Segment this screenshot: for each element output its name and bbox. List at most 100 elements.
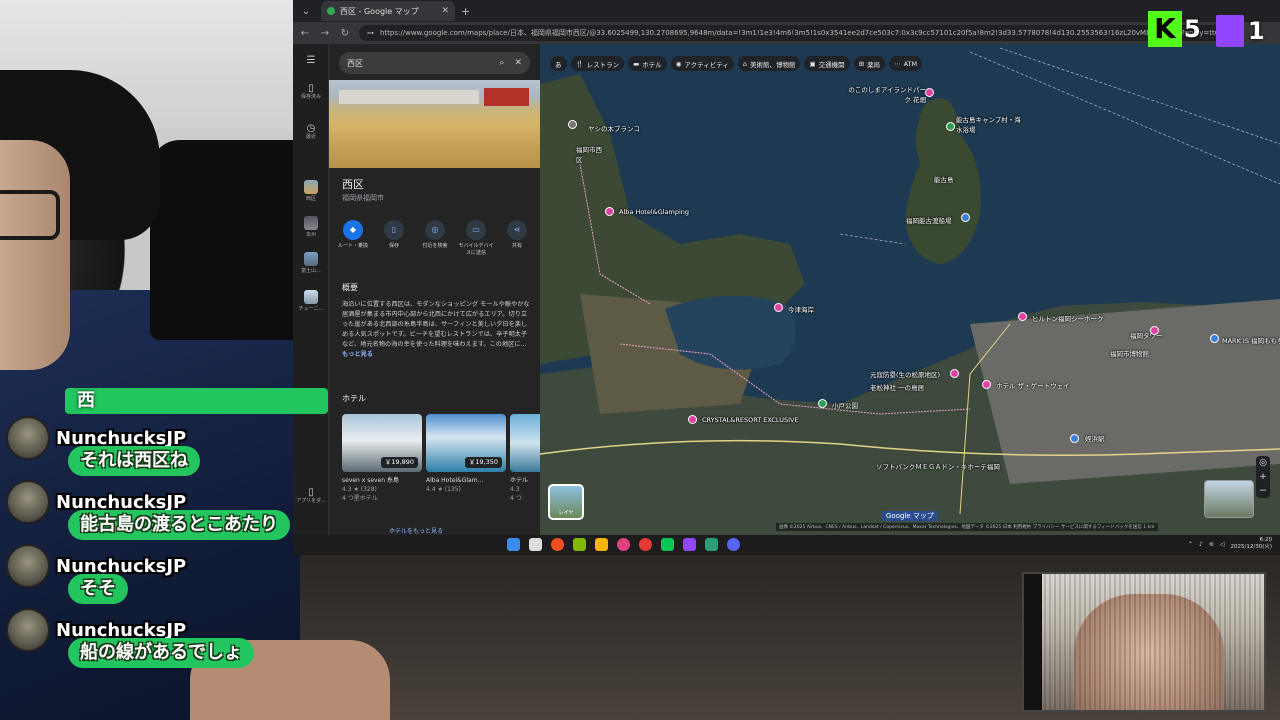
map-label-swing[interactable]: ヤシの木ブランコ [588, 123, 640, 133]
place-photo[interactable] [329, 80, 540, 168]
search-box[interactable]: 西区 ⌕ ✕ [339, 52, 530, 74]
rail-item-saved[interactable]: ▯ 保存済み [293, 84, 329, 101]
map-pin[interactable] [688, 415, 697, 424]
map-pin[interactable] [1070, 434, 1079, 443]
task-view-icon[interactable] [529, 538, 542, 551]
map-label-genkou[interactable]: 元寇防塁(生の松原地区) [870, 369, 940, 379]
map-pin[interactable] [1210, 334, 1219, 343]
map-pin[interactable] [568, 120, 577, 129]
chat-message: 船の線があるでしょ [68, 638, 254, 668]
zoom-in-button[interactable]: + [1256, 470, 1270, 484]
menu-icon[interactable]: ☰ [293, 56, 329, 66]
map-label-park[interactable]: のこのしまアイランドパーク 花畑 [848, 84, 926, 104]
map-pin[interactable] [605, 207, 614, 216]
rail-item-honshu[interactable]: 本州 [293, 216, 329, 238]
directions-button[interactable]: ◆ ルート・乗換 [335, 220, 371, 257]
chip-transit[interactable]: ▣ 交通機関 [804, 56, 850, 71]
map-label-crystal[interactable]: CRYSTAL&RESORT EXCLUSIVE [702, 416, 799, 424]
close-icon[interactable]: ✕ [514, 58, 522, 68]
app-icon[interactable] [617, 538, 630, 551]
map-label-ferry[interactable]: 福岡能古渡船場 [906, 215, 952, 225]
mic-icon[interactable]: ♪ [1199, 541, 1203, 548]
stream-frame: ⌄ 西区 - Google マップ ✕ + ← → ↻ ⊶ https://ww… [0, 0, 1280, 720]
reload-icon[interactable]: ↻ [339, 28, 351, 39]
volume-icon[interactable]: ◁ [1220, 541, 1225, 548]
place-subtitle: 福岡県福岡市 [342, 194, 384, 202]
hotel-card[interactable]: ￥19,350 Alba Hotel&Glam... 4.4 ★ (135) [426, 414, 506, 514]
map-label-camp[interactable]: 能古島キャンプ村・海水浴場 [956, 114, 1026, 134]
map-pin[interactable] [961, 213, 970, 222]
street-view-thumbnail[interactable] [1204, 480, 1254, 518]
location-icon[interactable]: ◎ [1256, 456, 1270, 470]
map-pin[interactable] [925, 88, 934, 97]
rail-item-fuji[interactable]: 富士山... [293, 252, 329, 274]
layers-button[interactable]: レイヤ [548, 484, 584, 520]
more-link[interactable]: もっと見る [342, 351, 373, 358]
chip-restaurant[interactable]: 🍴 レストラン [570, 56, 625, 71]
send-to-phone-button[interactable]: ▭ モバイルデバイスに送信 [458, 220, 494, 257]
chip-museum[interactable]: ⌂ 美術館、博物館 [737, 56, 801, 71]
rail-item-recent[interactable]: ◷ 最近 [293, 124, 329, 141]
map-label-imazu[interactable]: 今津海岸 [788, 304, 814, 314]
taskbar-clock[interactable]: 6:20 2025/12/30(火) [1231, 537, 1273, 551]
map-label-tour[interactable]: ホテル ザ・ゲートウェイ [996, 380, 1070, 390]
map-pin[interactable] [1150, 326, 1159, 335]
back-icon[interactable]: ← [299, 28, 311, 39]
line-icon[interactable] [661, 538, 674, 551]
chip-activity[interactable]: ◉ アクティビティ [670, 56, 734, 71]
search-input[interactable]: 西区 [347, 58, 489, 69]
more-hotels-link[interactable]: ホテルをもっと見る [389, 526, 443, 535]
map-label-softbank[interactable]: ソフトバンクＭＥＧＡドン・キホーテ福岡 [876, 461, 1000, 471]
app-icon[interactable] [551, 538, 564, 551]
site-info-icon[interactable]: ⊶ [367, 29, 374, 37]
map-pin[interactable] [982, 380, 991, 389]
map-pin[interactable] [774, 303, 783, 312]
save-button[interactable]: ▯ 保存 [376, 220, 412, 257]
map-pin[interactable] [818, 399, 827, 408]
share-button[interactable]: ⋖ 共有 [499, 220, 535, 257]
wifi-icon[interactable]: ≋ [1209, 541, 1214, 548]
map-label-markis[interactable]: MARK IS 福岡ももち [1222, 335, 1280, 345]
tab-close-icon[interactable]: ✕ [441, 6, 449, 16]
map-pin[interactable] [946, 122, 955, 131]
app-icon[interactable] [573, 538, 586, 551]
map-pin[interactable] [1018, 312, 1027, 321]
hotel-card[interactable]: ￥19,890 seven x seven 糸島 4.3 ★ (328) 4 つ… [342, 414, 422, 514]
zoom-out-button[interactable]: − [1256, 484, 1270, 498]
map-label-park-small[interactable]: 小戸公園 [832, 400, 858, 410]
chat-message: 能古島の渡るとこあたり [68, 510, 290, 540]
hotel-name: Alba Hotel&Glam... [426, 477, 484, 484]
tab-search-icon[interactable]: ⌄ [297, 2, 315, 20]
map-label-hilton[interactable]: ヒルトン福岡シーホーク [1032, 313, 1104, 323]
browser-tab[interactable]: 西区 - Google マップ ✕ [321, 1, 455, 21]
url-text: https://www.google.com/maps/place/日本、福岡県… [380, 29, 1240, 37]
satellite-map[interactable]: あ 🍴 レストラン ▬ ホテル ◉ アクティビティ ⌂ 美術館、博物館 ▣ 交通機関 ⊞ 薬… [540, 44, 1280, 535]
search-icon[interactable]: ⌕ [499, 58, 504, 68]
chip-hotel[interactable]: ▬ ホテル [628, 56, 667, 71]
app-icon[interactable] [705, 538, 718, 551]
chip-pharmacy[interactable]: ⊞ 薬局 [853, 56, 886, 71]
start-icon[interactable] [507, 538, 520, 551]
pip-dark-edge [1024, 574, 1042, 710]
rail-item-tuning[interactable]: チューニ... [293, 290, 329, 312]
map-label-station[interactable]: 姪浜駅 [1085, 433, 1105, 443]
chip-atm[interactable]: ⋯ ATM [889, 56, 923, 71]
map-label-museum[interactable]: 福岡市博物館 [1110, 348, 1149, 358]
twitch-icon[interactable] [683, 538, 696, 551]
more-dots: … [520, 341, 527, 348]
record-icon[interactable] [639, 538, 652, 551]
folder-icon[interactable] [595, 538, 608, 551]
map-pin[interactable] [950, 369, 959, 378]
chevron-up-icon[interactable]: ⌃ [1188, 541, 1193, 548]
hotel-card[interactable]: ホテル 4.3 4 つ [510, 414, 540, 514]
forward-icon[interactable]: → [319, 28, 331, 39]
map-label-roujin[interactable]: 老松神社 一の鳥居 [870, 382, 924, 392]
url-field[interactable]: ⊶ https://www.google.com/maps/place/日本、福… [359, 25, 1240, 41]
rail-item-nishi[interactable]: 西区 [293, 180, 329, 202]
discord-icon[interactable] [727, 538, 740, 551]
chip-language[interactable]: あ [550, 56, 567, 71]
maps-logo: Google マップ [882, 511, 938, 521]
new-tab-icon[interactable]: + [461, 5, 470, 18]
nearby-button[interactable]: ◎ 付近を検索 [417, 220, 453, 257]
map-label-alba[interactable]: Alba Hotel&Glamping [619, 208, 689, 216]
